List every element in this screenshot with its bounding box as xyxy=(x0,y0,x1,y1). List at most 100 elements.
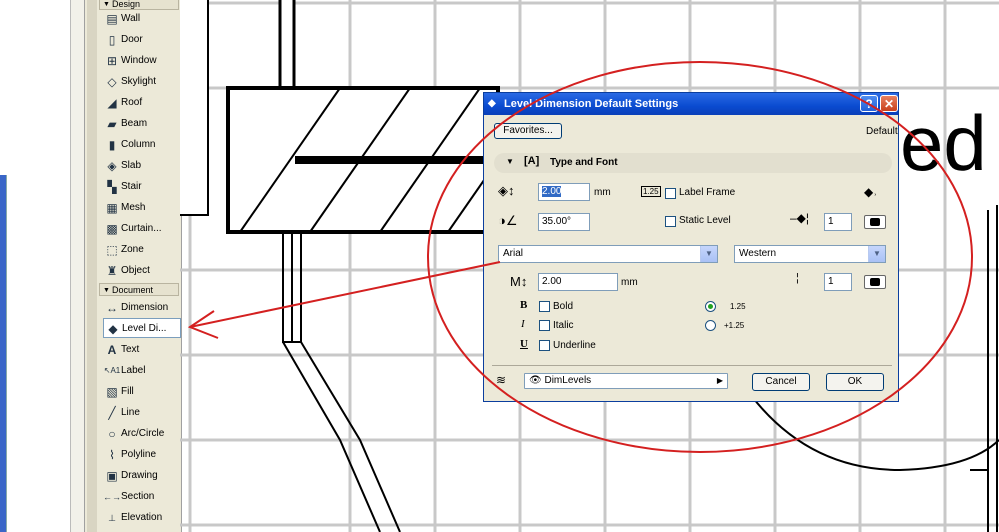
close-button[interactable]: ✕ xyxy=(880,95,898,112)
tool-label: Slab xyxy=(121,160,142,171)
tool-label: Object xyxy=(121,265,150,276)
tool-section[interactable]: ←→Section xyxy=(103,487,181,507)
help-button[interactable]: ? xyxy=(860,95,878,112)
tool-label: Level Di... xyxy=(122,323,167,334)
marker-pen-icon: –◆¦ xyxy=(790,211,810,225)
wall-icon: ▤ xyxy=(106,12,118,26)
text-size-value: 2.00 xyxy=(542,276,562,287)
level-format-radio-plus[interactable] xyxy=(705,320,716,331)
marker-origin-icon[interactable]: ◆˒ xyxy=(864,185,877,199)
tool-beam[interactable]: ▰ Beam xyxy=(103,114,181,134)
tool-polyline[interactable]: ⌇ Polyline xyxy=(103,445,181,465)
type-font-icon: [A] xyxy=(524,155,540,167)
lower-column xyxy=(282,231,401,532)
tool-skylight[interactable]: ◇ Skylight xyxy=(103,72,181,92)
toolbox-grip[interactable] xyxy=(87,0,97,532)
tool-column[interactable]: ▮ Column xyxy=(103,135,181,155)
tool-mesh[interactable]: ▦ Mesh xyxy=(103,198,181,218)
tool-line[interactable]: ╱ Line xyxy=(103,403,181,423)
tool-fill[interactable]: ▧ Fill xyxy=(103,382,181,402)
tool-label: Door xyxy=(121,34,143,45)
tool-label: Window xyxy=(121,55,157,66)
tool-stair[interactable]: ▚ Stair xyxy=(103,177,181,197)
angle-input[interactable]: 35.00° xyxy=(538,213,590,231)
tool-level-dimension[interactable]: ◆ Level Di... xyxy=(103,318,181,338)
font-name-select[interactable]: Arial ▼ xyxy=(498,245,718,263)
tool-text[interactable]: A Text xyxy=(103,340,181,360)
text-size-input[interactable]: 2.00 xyxy=(538,273,618,291)
favorites-button[interactable]: Favorites... xyxy=(494,123,562,139)
angle-icon: ◑∠ xyxy=(498,213,518,228)
fill-icon: ▧ xyxy=(106,385,118,399)
tool-door[interactable]: ▯ Door xyxy=(103,30,181,50)
marker-size-value: 2.00 xyxy=(542,186,562,197)
tool-label[interactable]: ↖A1Label xyxy=(103,361,181,381)
tool-slab[interactable]: ◈ Slab xyxy=(103,156,181,176)
tool-drawing[interactable]: ▣ Drawing xyxy=(103,466,181,486)
text-pen-input[interactable]: 1 xyxy=(824,273,852,291)
tool-roof[interactable]: ◢ Roof xyxy=(103,93,181,113)
canvas-text: ed xyxy=(900,99,987,187)
tool-label: Fill xyxy=(121,386,134,397)
marker-size-input[interactable]: 2.00 xyxy=(538,183,590,201)
label-frame-checkbox[interactable] xyxy=(665,188,676,199)
tool-dimension[interactable]: ↔ Dimension xyxy=(103,298,181,318)
underline-icon: U xyxy=(520,338,528,350)
marker-pen-input[interactable]: 1 xyxy=(824,213,852,231)
text-pen-icon: ¦ xyxy=(796,272,799,284)
tool-label: Mesh xyxy=(121,202,146,213)
tool-label: Column xyxy=(121,139,156,150)
marker-size-unit: mm xyxy=(594,187,611,198)
door-icon: ▯ xyxy=(108,33,116,47)
toolbox-palette: ▼ Design ▤ Wall ▯ Door ⊞ Window ◇ Skylight ◢… xyxy=(84,0,182,532)
document-section-header[interactable]: ▼ Document xyxy=(99,283,179,296)
type-and-font-panel-header[interactable]: ▼ [A] Type and Font xyxy=(494,153,892,173)
level-format-plain-label: 1.25 xyxy=(730,302,746,311)
italic-checkbox[interactable] xyxy=(539,320,550,331)
tool-label: Polyline xyxy=(121,449,157,460)
left-window-edge xyxy=(0,175,7,532)
cancel-button[interactable]: Cancel xyxy=(752,373,810,391)
tool-object[interactable]: ♜ Object xyxy=(103,261,181,281)
tool-label: Zone xyxy=(121,244,144,255)
text-pen-value: 1 xyxy=(828,276,834,287)
line-icon: ╱ xyxy=(108,406,116,420)
wall-segment-vertical xyxy=(278,0,296,92)
roof-icon: ◢ xyxy=(107,96,117,110)
tool-elevation[interactable]: ⊥ Elevation xyxy=(103,508,181,528)
divider xyxy=(492,365,892,366)
tool-zone[interactable]: ⬚ Zone xyxy=(103,240,181,260)
underline-checkbox[interactable] xyxy=(539,340,550,351)
tool-label: Skylight xyxy=(121,76,157,87)
static-level-checkbox[interactable] xyxy=(665,216,676,227)
dialog-titlebar[interactable]: ◆ Level Dimension Default Settings ? ✕ xyxy=(484,93,898,115)
marker-pen-value: 1 xyxy=(828,216,834,227)
ok-button[interactable]: OK xyxy=(826,373,884,391)
wall-segment-right xyxy=(970,205,998,532)
level-format-radio-plain[interactable] xyxy=(705,301,716,312)
chevron-right-icon: ▶ xyxy=(716,376,723,385)
dimension-icon: ↔ xyxy=(106,301,118,315)
tool-label: Text xyxy=(121,344,140,355)
zone-icon: ⬚ xyxy=(106,243,118,257)
beam-icon: ▰ xyxy=(107,117,117,131)
text-icon: A xyxy=(107,343,117,357)
left-background xyxy=(0,0,70,532)
layer-value: DimLevels xyxy=(544,375,592,386)
text-pen-swatch[interactable] xyxy=(864,275,886,289)
skylight-icon: ◇ xyxy=(107,75,117,89)
app-icon: ◆ xyxy=(488,98,496,109)
tool-window[interactable]: ⊞ Window xyxy=(103,51,181,71)
tool-curtain-wall[interactable]: ▩ Curtain... xyxy=(103,219,181,239)
tool-label: Stair xyxy=(121,181,142,192)
bold-checkbox[interactable] xyxy=(539,301,550,312)
tool-arc-circle[interactable]: ○ Arc/Circle xyxy=(103,424,181,444)
polyline-icon: ⌇ xyxy=(109,448,115,462)
font-encoding-select[interactable]: Western ▼ xyxy=(734,245,886,263)
tool-wall[interactable]: ▤ Wall xyxy=(103,9,181,29)
marker-pen-swatch[interactable] xyxy=(864,215,886,229)
section-icon: ←→ xyxy=(103,492,121,502)
layer-selector[interactable]: 👁 DimLevels ▶ xyxy=(524,373,728,389)
text-size-icon: M↕ xyxy=(510,274,528,289)
elevation-icon: ⊥ xyxy=(108,513,116,523)
